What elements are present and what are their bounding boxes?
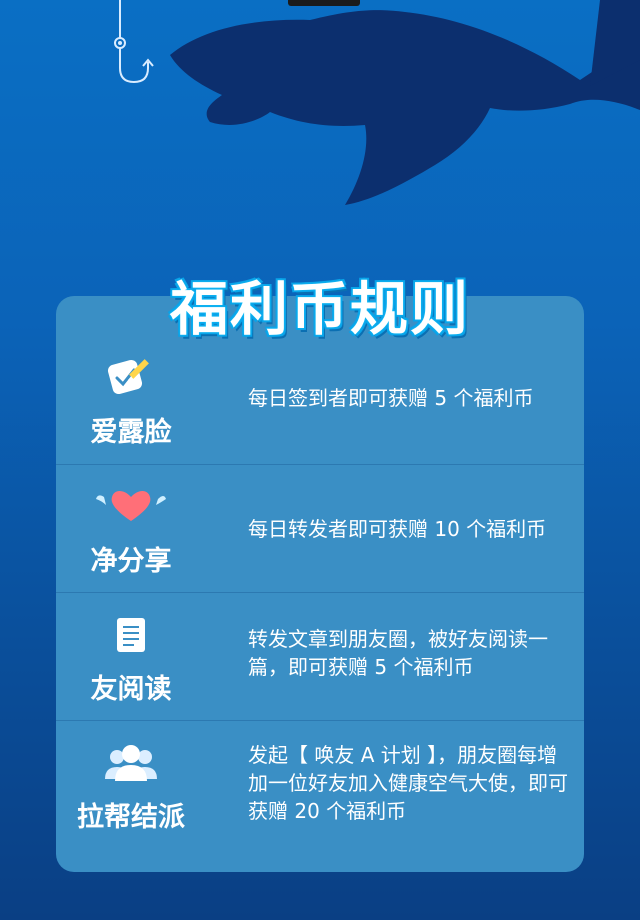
- rule-row-share: 净分享 每日转发者即可获赠 10 个福利币: [56, 464, 584, 593]
- fishing-hook-icon: [114, 0, 154, 84]
- winged-heart-icon: [96, 491, 166, 521]
- document-icon: [117, 618, 145, 652]
- hero-illustration: [0, 0, 640, 260]
- page-title: 福利币规则: [169, 275, 470, 343]
- rule-description: 转发文章到朋友圈，被好友阅读一篇，即可获赠 5 个福利币: [248, 627, 548, 679]
- checkin-pencil-icon: [107, 359, 149, 395]
- rule-label: 友阅读: [90, 674, 172, 704]
- rule-row-reading: 友阅读 转发文章到朋友圈，被好友阅读一篇，即可获赠 5 个福利币: [56, 592, 584, 721]
- rule-label: 净分享: [90, 546, 172, 576]
- rule-description: 发起【 唤友 A 计划 】，朋友圈每增加一位好友加入健康空气大使，即可获赠 20…: [248, 743, 568, 823]
- rule-row-invite: 拉帮结派 发起【 唤友 A 计划 】，朋友圈每增加一位好友加入健康空气大使，即可…: [56, 720, 584, 872]
- rule-description: 每日转发者即可获赠 10 个福利币: [248, 517, 547, 541]
- shark-silhouette: [170, 0, 640, 205]
- rules-card: 爱露脸 每日签到者即可获赠 5 个福利币 净分享 每日转发者即可获赠 10 个福…: [56, 296, 584, 872]
- group-users-icon: [105, 745, 157, 781]
- rule-label: 爱露脸: [90, 417, 172, 447]
- rule-description: 每日签到者即可获赠 5 个福利币: [248, 386, 534, 410]
- rule-label: 拉帮结派: [77, 802, 185, 832]
